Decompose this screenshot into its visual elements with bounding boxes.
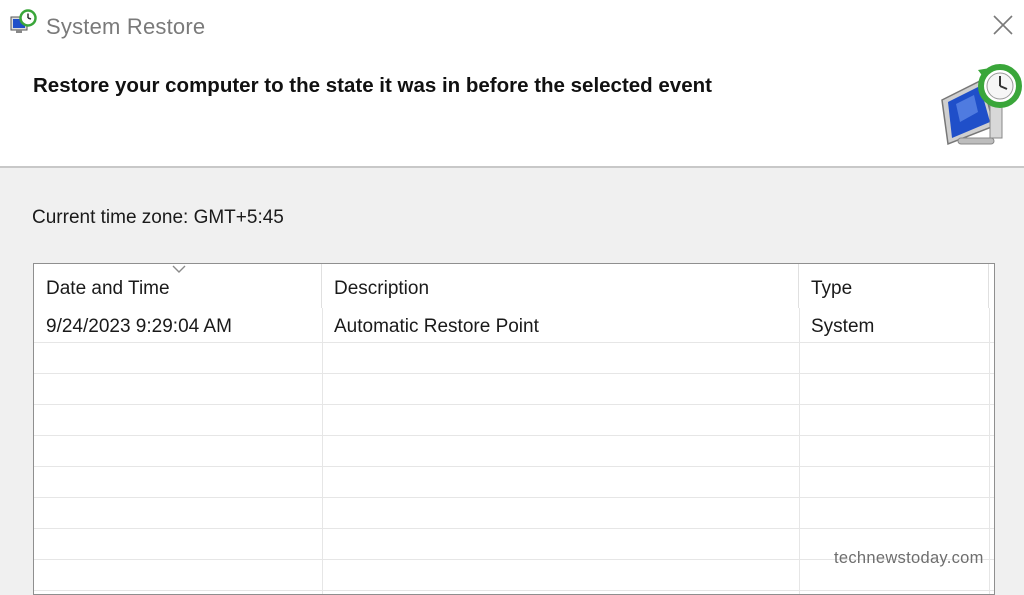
restore-point-list[interactable]: Date and Time Description Type 9/24/2023… xyxy=(33,263,995,595)
empty-row xyxy=(34,498,994,529)
watermark-text: technewstoday.com xyxy=(834,549,984,567)
column-divider xyxy=(989,308,990,594)
column-header-description[interactable]: Description xyxy=(322,264,799,308)
close-icon xyxy=(993,15,1013,35)
computer-restore-clock-icon xyxy=(934,64,1024,148)
system-restore-icon xyxy=(8,9,38,39)
empty-row xyxy=(34,405,994,436)
window-title: System Restore xyxy=(46,14,206,39)
title-bar: System Restore xyxy=(0,0,1024,50)
empty-row xyxy=(34,436,994,467)
empty-row xyxy=(34,467,994,498)
dialog-header: Restore your computer to the state it wa… xyxy=(0,50,1024,168)
sort-descending-icon xyxy=(172,265,186,273)
cell-type: System xyxy=(811,316,875,337)
empty-row xyxy=(34,343,994,374)
header-title: Restore your computer to the state it wa… xyxy=(33,74,712,97)
close-button[interactable] xyxy=(984,5,1022,45)
cell-date-time: 9/24/2023 9:29:04 AM xyxy=(46,316,232,337)
column-divider xyxy=(799,308,800,594)
column-divider xyxy=(322,308,323,594)
restore-point-row[interactable]: 9/24/2023 9:29:04 AM Automatic Restore P… xyxy=(34,312,994,343)
empty-row xyxy=(34,374,994,405)
column-header-type[interactable]: Type xyxy=(799,264,989,308)
timezone-label: Current time zone: GMT+5:45 xyxy=(32,207,284,228)
list-header: Date and Time Description Type xyxy=(34,264,994,308)
cell-description: Automatic Restore Point xyxy=(334,316,539,337)
